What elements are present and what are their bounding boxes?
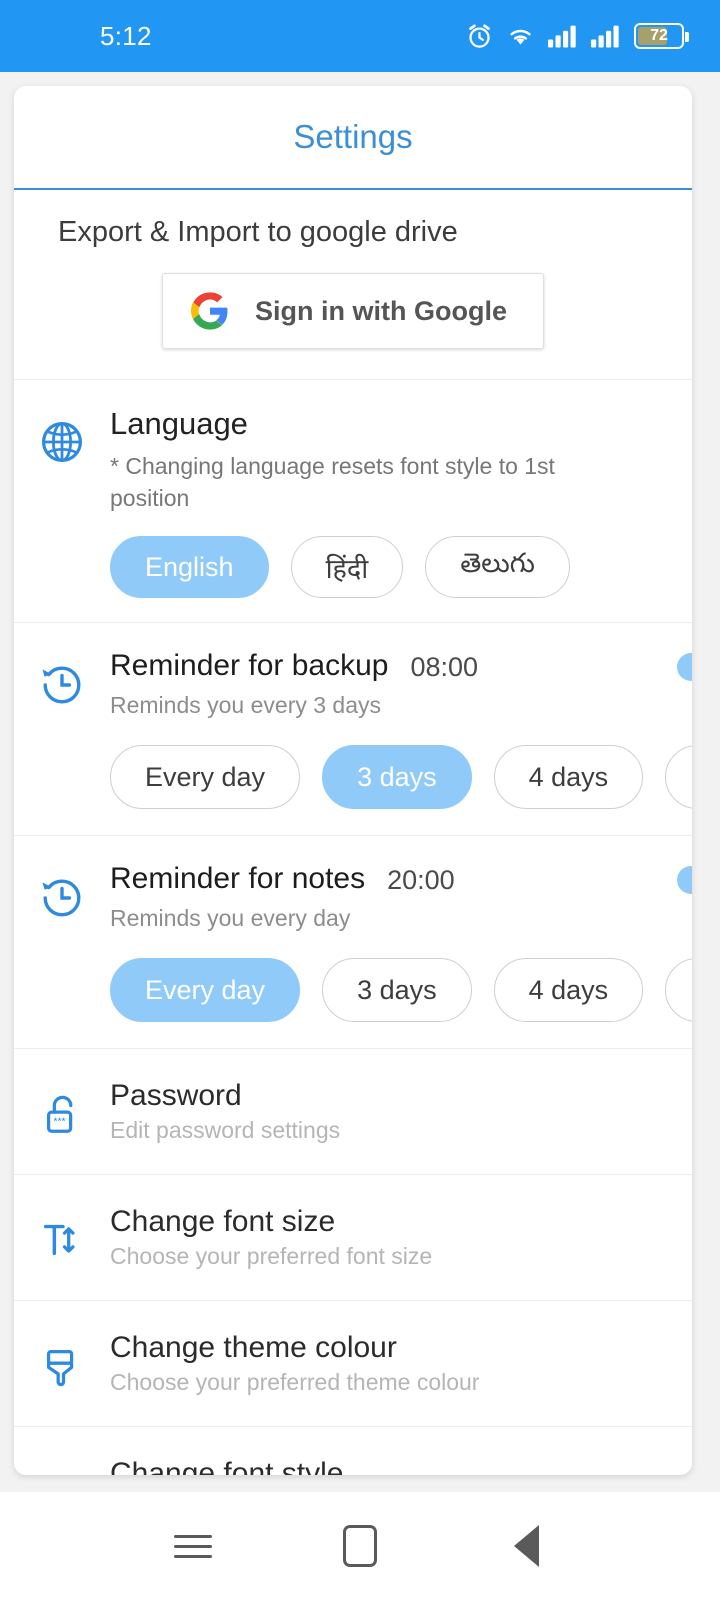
font-style-icon-wrap: [14, 1457, 110, 1475]
reminder-notes-time[interactable]: 20:00: [387, 862, 455, 896]
status-bar-icons: 72: [466, 23, 689, 50]
google-logo-icon: [191, 292, 228, 330]
back-icon: [514, 1525, 540, 1567]
language-chip-telugu[interactable]: తెలుగు: [425, 536, 570, 599]
export-import-title: Export & Import to google drive: [58, 216, 458, 248]
language-chip-english[interactable]: English: [110, 536, 269, 599]
signal-icon: [591, 25, 619, 48]
password-section[interactable]: *** Password Edit password settings: [14, 1049, 692, 1176]
signal-icon: [548, 25, 576, 48]
phone-screen: 5:12 72 Settings Export & Import to goog…: [0, 0, 720, 1600]
reminder-backup-section: Reminder for backup 08:00 Reminds you ev…: [14, 623, 692, 837]
password-title: Password: [110, 1079, 242, 1113]
password-subtitle: Edit password settings: [110, 1117, 341, 1144]
backup-chip-overflow[interactable]: [665, 745, 692, 810]
battery-level: 72: [650, 27, 668, 44]
font-style-icon: [39, 1469, 85, 1475]
sign-in-with-google-label: Sign in with Google: [255, 295, 507, 326]
notes-chip-overflow[interactable]: [665, 958, 692, 1023]
backup-chip-every-day[interactable]: Every day: [110, 745, 301, 810]
paintbrush-icon: [46, 1350, 74, 1387]
alarm-icon: [469, 23, 490, 48]
globe-icon: [42, 422, 82, 462]
android-navigation-bar: [0, 1492, 720, 1600]
font-size-section[interactable]: Change font size Choose your preferred f…: [14, 1175, 692, 1302]
reminder-notes-section: Reminder for notes 20:00 Reminds you eve…: [14, 836, 692, 1050]
language-chip-hindi[interactable]: हिंदी: [290, 536, 404, 599]
language-icon-wrap: [14, 406, 110, 598]
backup-chip-4-days[interactable]: 4 days: [493, 745, 644, 810]
page-title: Settings: [293, 118, 413, 155]
theme-colour-icon-wrap: [14, 1331, 110, 1396]
home-icon: [342, 1525, 377, 1567]
theme-colour-section[interactable]: Change theme colour Choose your preferre…: [14, 1301, 692, 1428]
language-section: Language * Changing language resets font…: [14, 380, 692, 624]
reminder-backup-title: Reminder for backup: [110, 649, 389, 683]
theme-colour-subtitle: Choose your preferred theme colour: [110, 1369, 480, 1396]
sign-in-with-google-button[interactable]: Sign in with Google: [162, 273, 544, 349]
language-chip-row[interactable]: English हिंदी తెలుగు: [110, 536, 674, 599]
font-style-section[interactable]: Change font style: [14, 1427, 692, 1475]
reminder-notes-title: Reminder for notes: [110, 862, 366, 896]
reminder-notes-subtitle: Reminds you every day: [110, 905, 351, 932]
reminder-backup-toggle[interactable]: [677, 649, 692, 683]
reminder-notes-icon-wrap: [14, 862, 110, 1048]
back-button[interactable]: [487, 1506, 567, 1586]
recents-button[interactable]: [153, 1506, 233, 1586]
lock-icon: ***: [46, 1096, 73, 1134]
reminder-notes-chip-row[interactable]: Every day 3 days 4 days: [110, 958, 692, 1023]
card-header: Settings: [14, 86, 692, 190]
reminder-backup-subtitle: Reminds you every 3 days: [110, 692, 382, 719]
reminder-backup-chip-row[interactable]: Every day 3 days 4 days: [110, 745, 692, 810]
battery-icon: 72: [634, 23, 689, 49]
notes-chip-3-days[interactable]: 3 days: [322, 958, 472, 1023]
password-icon-wrap: ***: [14, 1079, 110, 1144]
reminder-backup-icon-wrap: [14, 649, 110, 835]
menu-icon: [174, 1528, 213, 1565]
reminder-notes-toggle[interactable]: [677, 862, 692, 896]
font-size-title: Change font size: [110, 1205, 336, 1239]
history-clock-icon: [42, 879, 81, 917]
settings-card: Settings Export & Import to google drive…: [14, 86, 692, 1475]
theme-colour-title: Change theme colour: [110, 1331, 397, 1365]
notes-chip-4-days[interactable]: 4 days: [493, 958, 644, 1023]
backup-chip-3-days[interactable]: 3 days: [322, 745, 472, 810]
notes-chip-every-day[interactable]: Every day: [110, 958, 301, 1023]
font-size-icon: [43, 1225, 75, 1256]
wifi-icon: [510, 29, 531, 45]
history-clock-icon: [42, 666, 81, 704]
font-size-subtitle: Choose your preferred font size: [110, 1243, 433, 1270]
svg-text:***: ***: [53, 1116, 65, 1128]
status-bar-clock: 5:12: [100, 20, 152, 51]
home-button[interactable]: [320, 1506, 400, 1586]
language-title: Language: [110, 406, 248, 441]
status-bar: 5:12 72: [0, 0, 720, 72]
language-note: * Changing language resets font style to…: [110, 453, 555, 512]
export-import-section: Export & Import to google drive Sign in …: [14, 190, 692, 380]
font-style-title: Change font style: [110, 1457, 344, 1475]
font-size-icon-wrap: [14, 1205, 110, 1270]
reminder-backup-time[interactable]: 08:00: [410, 649, 478, 683]
